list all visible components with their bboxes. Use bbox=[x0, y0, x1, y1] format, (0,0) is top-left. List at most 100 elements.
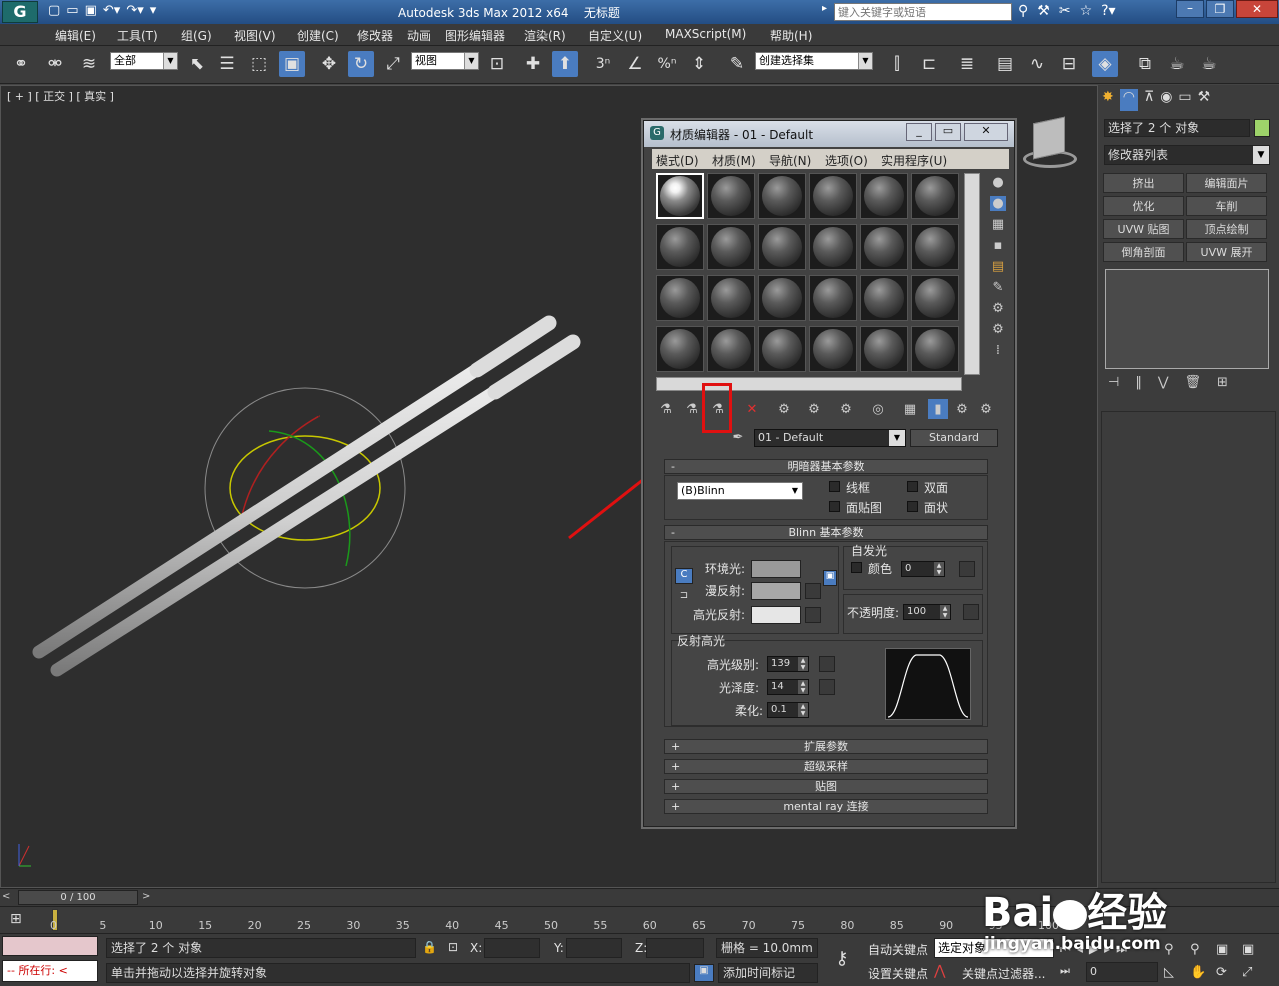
self-illum-color-checkbox[interactable] bbox=[851, 562, 862, 573]
maximize-button[interactable]: ❐ bbox=[1206, 0, 1234, 18]
reset-map-icon[interactable]: ✕ bbox=[742, 399, 762, 419]
material-sample-slot[interactable] bbox=[758, 275, 806, 321]
z-coord-field[interactable] bbox=[646, 938, 704, 958]
sample-type-icon[interactable]: ● bbox=[992, 175, 1003, 190]
diffuse-color-swatch[interactable] bbox=[751, 582, 801, 600]
material-sample-slot[interactable] bbox=[758, 173, 806, 219]
select-rotate-icon[interactable]: ↻ bbox=[348, 51, 374, 77]
shader-type-dropdown[interactable]: (B)Blinn ▼ bbox=[677, 482, 803, 500]
zoom-extents-all-icon[interactable]: ▣ bbox=[1242, 942, 1268, 957]
keyboard-shortcut-override-icon[interactable]: ⬆ bbox=[552, 51, 578, 77]
edit-named-selection-icon[interactable]: ✎ bbox=[724, 51, 750, 77]
search-input[interactable] bbox=[834, 3, 1012, 21]
unlink-icon[interactable]: ⚮ bbox=[42, 51, 68, 77]
modifier-uvw-map-button[interactable]: UVW 贴图 bbox=[1103, 219, 1184, 239]
material-sample-slot[interactable] bbox=[860, 326, 908, 372]
chopstick-1[interactable] bbox=[32, 315, 557, 659]
show-end-result-icon[interactable]: ‖ bbox=[1135, 375, 1142, 395]
material-sample-slot[interactable] bbox=[656, 224, 704, 270]
selection-filter-dropdown[interactable]: 全部 ▼ bbox=[110, 52, 178, 70]
supersampling-rollout[interactable]: + 超级采样 bbox=[664, 759, 988, 774]
key-mode-toggle-icon[interactable]: ⏭ bbox=[1060, 964, 1070, 978]
put-material-to-scene-icon[interactable]: ⚗ bbox=[682, 399, 702, 419]
two-sided-checkbox[interactable] bbox=[907, 481, 918, 492]
pivot-center-icon[interactable]: ⊡ bbox=[484, 51, 510, 77]
object-name-field[interactable]: 选择了 2 个 对象 bbox=[1104, 119, 1250, 137]
render-setup-icon[interactable]: ⧉ bbox=[1132, 51, 1158, 77]
blinn-basic-rollout-header[interactable]: - Blinn 基本参数 bbox=[664, 525, 988, 540]
material-sample-slot[interactable] bbox=[860, 224, 908, 270]
select-manipulate-icon[interactable]: ✚ bbox=[520, 51, 546, 77]
show-end-result-icon[interactable]: ▮ bbox=[928, 399, 948, 419]
opacity-map-button[interactable] bbox=[963, 604, 979, 620]
search-expand-icon[interactable]: ▸ bbox=[822, 3, 832, 21]
spinner-snap-icon[interactable]: ⇕ bbox=[686, 51, 712, 77]
help-icon[interactable]: ?▾ bbox=[1101, 3, 1115, 19]
material-type-button[interactable]: Standard bbox=[910, 429, 998, 447]
select-move-icon[interactable]: ✥ bbox=[316, 51, 342, 77]
self-illum-map-button[interactable] bbox=[959, 561, 975, 577]
orbit-icon[interactable]: ⟳ bbox=[1216, 965, 1242, 980]
maxscript-line-field[interactable]: -- 所在行: < bbox=[2, 960, 98, 982]
material-sample-slot[interactable] bbox=[758, 326, 806, 372]
maximize-viewport-icon[interactable]: ⤢ bbox=[1242, 965, 1268, 980]
rect-selection-icon[interactable]: ⬚ bbox=[246, 51, 272, 77]
modifier-extrude-button[interactable]: 挤出 bbox=[1103, 173, 1184, 193]
lock-diffuse-specular-icon[interactable]: ⊐ bbox=[675, 590, 693, 606]
mat-minimize-button[interactable]: _ bbox=[906, 123, 932, 141]
time-tag-icon[interactable]: ▣ bbox=[694, 964, 714, 982]
selection-lock-icon[interactable]: 🔒 bbox=[422, 940, 437, 954]
spec-level-map-button[interactable] bbox=[819, 656, 835, 672]
set-key-button[interactable]: 设置关键点 bbox=[868, 965, 928, 982]
ambient-color-swatch[interactable] bbox=[751, 560, 801, 578]
get-material-icon[interactable]: ⚗ bbox=[656, 399, 676, 419]
mat-close-button[interactable]: ✕ bbox=[964, 123, 1008, 141]
absolute-mode-icon[interactable]: ⊡ bbox=[448, 940, 458, 954]
glossiness-spinner[interactable]: 14 ▲ ▼ bbox=[767, 679, 809, 695]
make-material-copy-icon[interactable]: ⚙ bbox=[774, 399, 794, 419]
bind-spacewarp-icon[interactable]: ≋ bbox=[76, 51, 102, 77]
lock-ambient-diffuse-icon[interactable]: C bbox=[675, 568, 693, 584]
menu-maxscript[interactable]: MAXScript(M) bbox=[665, 27, 746, 41]
options-icon[interactable]: ⚙ bbox=[992, 301, 1004, 316]
material-sample-slot[interactable] bbox=[758, 224, 806, 270]
material-sample-slot[interactable] bbox=[707, 224, 755, 270]
object-color-swatch[interactable] bbox=[1254, 119, 1270, 137]
material-sample-slot[interactable] bbox=[707, 173, 755, 219]
minimize-button[interactable]: – bbox=[1176, 0, 1204, 18]
self-illum-spinner[interactable]: 0 ▲ ▼ bbox=[901, 561, 945, 577]
pin-stack-icon[interactable]: ⊣ bbox=[1108, 375, 1119, 395]
menu-graph-editors[interactable]: 图形编辑器 bbox=[445, 27, 505, 44]
close-button[interactable]: ✕ bbox=[1236, 0, 1278, 18]
time-prev-icon[interactable]: < bbox=[2, 891, 14, 905]
material-sample-slot[interactable] bbox=[707, 326, 755, 372]
y-coord-field[interactable] bbox=[566, 938, 622, 958]
material-sample-slot[interactable] bbox=[656, 275, 704, 321]
layer-manager-icon[interactable]: ≣ bbox=[954, 51, 980, 77]
menu-views[interactable]: 视图(V) bbox=[234, 27, 276, 44]
modifier-list-dropdown[interactable]: 修改器列表 ▼ bbox=[1104, 145, 1270, 165]
key-icon[interactable]: ⚷ bbox=[824, 948, 860, 972]
utilities-tab-icon[interactable]: ⚒ bbox=[1198, 89, 1211, 111]
material-map-navigator-icon[interactable]: ⁞ bbox=[996, 343, 1000, 358]
window-crossing-icon[interactable]: ▣ bbox=[279, 51, 305, 77]
specular-color-swatch[interactable] bbox=[751, 606, 801, 624]
remove-modifier-icon[interactable]: 🗑 bbox=[1185, 375, 1202, 395]
material-sample-slot[interactable] bbox=[809, 326, 857, 372]
create-tab-icon[interactable]: ✸ bbox=[1102, 89, 1114, 111]
menu-create[interactable]: 创建(C) bbox=[297, 27, 339, 44]
select-scale-icon[interactable]: ⤢ bbox=[380, 51, 406, 77]
glossiness-map-button[interactable] bbox=[819, 679, 835, 695]
binoculars-icon[interactable]: ⚲ bbox=[1018, 3, 1028, 19]
material-editor-icon[interactable]: ◈ bbox=[1092, 51, 1118, 77]
material-sample-slot[interactable] bbox=[656, 326, 704, 372]
put-to-library-icon[interactable]: ⚙ bbox=[836, 399, 856, 419]
material-sample-slot[interactable] bbox=[911, 173, 959, 219]
redo-icon[interactable]: ↷▾ bbox=[126, 3, 143, 18]
lock-diffuse-map-icon[interactable]: ▣ bbox=[823, 570, 837, 586]
wire-checkbox[interactable] bbox=[829, 481, 840, 492]
modify-tab-icon[interactable]: ◠ bbox=[1119, 89, 1138, 111]
angle-snap-icon[interactable]: ∠ bbox=[622, 51, 648, 77]
make-unique-icon[interactable]: ⋁ bbox=[1158, 375, 1169, 395]
menu-help[interactable]: 帮助(H) bbox=[770, 27, 812, 44]
